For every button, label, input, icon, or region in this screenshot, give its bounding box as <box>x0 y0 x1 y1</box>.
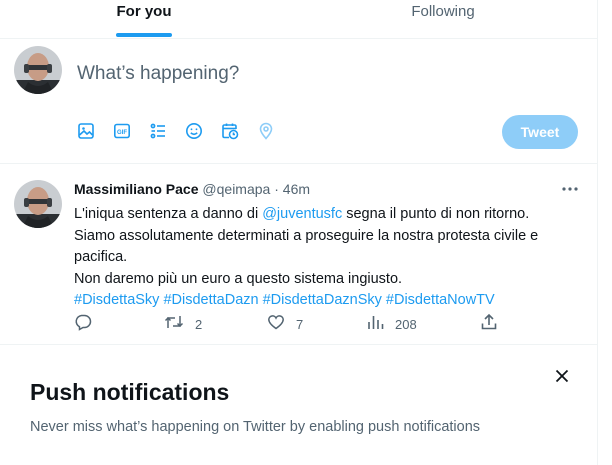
push-title: Push notifications <box>30 379 230 405</box>
tweet-header: Massimiliano Pace @qeimapa · 46m <box>74 181 310 197</box>
tweet-line-2: Siamo assolutamente determinati a proseg… <box>74 227 539 266</box>
reply-button[interactable] <box>74 314 92 334</box>
separator-dot: · <box>274 181 279 197</box>
analytics-icon <box>366 313 384 336</box>
share-icon <box>480 313 498 336</box>
home-timeline: For you Following What’s happening? GIF <box>0 0 597 465</box>
push-subtitle: Never miss what’s happening on Twitter b… <box>30 419 481 435</box>
tweet-hashtags: #DisdettaSky #DisdettaDazn #DisdettaDazn… <box>74 290 574 312</box>
retweet-count: 2 <box>195 316 203 332</box>
hashtag-link[interactable]: #DisdettaSky <box>74 292 159 308</box>
push-notifications-prompt: Push notifications Never miss what’s hap… <box>0 345 597 465</box>
gif-icon[interactable]: GIF <box>110 119 134 143</box>
tweet[interactable]: Massimiliano Pace @qeimapa · 46m L'iniqu… <box>0 164 597 344</box>
more-icon[interactable] <box>560 180 580 198</box>
tab-following-label: Following <box>411 3 475 20</box>
tweet-line-3: Non daremo più un euro a questo sistema … <box>74 270 403 287</box>
poll-icon[interactable] <box>146 119 170 143</box>
column-border <box>597 0 598 465</box>
heart-icon <box>267 313 285 336</box>
hashtag-link[interactable]: #DisdettaNowTV <box>386 292 495 308</box>
like-button[interactable]: 7 <box>267 314 303 334</box>
svg-text:GIF: GIF <box>117 130 127 136</box>
tweet-composer: What’s happening? GIF Tweet <box>0 39 597 164</box>
author-handle[interactable]: @qeimapa <box>202 181 270 197</box>
tab-for-you-label: For you <box>116 3 172 20</box>
tweet-button[interactable]: Tweet <box>502 115 578 149</box>
author-avatar[interactable] <box>14 180 62 228</box>
tweet-time[interactable]: 46m <box>283 181 310 197</box>
tab-following[interactable]: Following <box>298 0 588 38</box>
tweet-text-part: L'iniqua sentenza a danno di <box>74 206 263 222</box>
retweet-button[interactable]: 2 <box>164 314 202 334</box>
location-icon[interactable] <box>254 119 278 143</box>
share-button[interactable] <box>480 313 498 336</box>
like-count: 7 <box>296 316 304 332</box>
author-name[interactable]: Massimiliano Pace <box>74 181 199 197</box>
tweet-line-1: L'iniqua sentenza a danno di @juventusfc… <box>74 204 574 226</box>
schedule-icon[interactable] <box>218 119 242 143</box>
timeline-tabs: For you Following <box>0 0 597 39</box>
active-tab-indicator <box>116 33 172 37</box>
mention-link[interactable]: @juventusfc <box>262 206 342 222</box>
views-count: 208 <box>395 316 417 332</box>
tweet-text-part: segna il punto di non ritorno. <box>342 206 530 222</box>
hashtag-link[interactable]: #DisdettaDaznSky <box>263 292 382 308</box>
views-button[interactable]: 208 <box>366 314 417 334</box>
emoji-icon[interactable] <box>182 119 206 143</box>
compose-input[interactable]: What’s happening? <box>77 63 239 85</box>
hashtag-link[interactable]: #DisdettaDazn <box>163 292 258 308</box>
tweet-actions: 2 7 208 <box>74 313 514 336</box>
tweet-text: L'iniqua sentenza a danno di @juventusfc… <box>74 204 574 312</box>
avatar[interactable] <box>14 46 62 94</box>
close-icon[interactable] <box>552 366 572 386</box>
image-icon[interactable] <box>74 119 98 143</box>
retweet-icon <box>164 313 184 336</box>
reply-icon <box>74 313 92 336</box>
